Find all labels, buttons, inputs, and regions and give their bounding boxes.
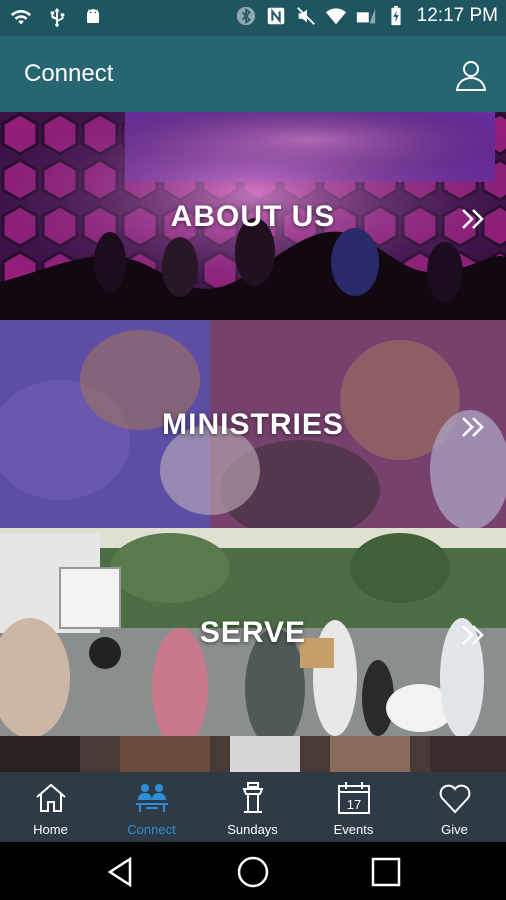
- bottom-navigation: Home Connect Sundays 17 Events Give: [0, 772, 506, 842]
- android-icon: [86, 9, 100, 24]
- nfc-icon: [267, 7, 284, 25]
- tile-partial[interactable]: [0, 736, 506, 772]
- connect-list: ABOUT US MINISTRIES SERVE: [0, 112, 506, 772]
- status-right-icons: 12:17 PM: [235, 5, 498, 27]
- status-time: 12:17 PM: [416, 5, 498, 26]
- nav-home[interactable]: Home: [0, 772, 101, 842]
- nav-label: Give: [441, 822, 468, 837]
- mute-icon: [296, 7, 315, 25]
- wifi-signal-icon: [325, 8, 346, 25]
- tile-label: MINISTRIES: [162, 408, 344, 441]
- battery-icon: [391, 5, 401, 26]
- nav-label: Sundays: [227, 822, 278, 837]
- page-title: Connect: [24, 60, 114, 87]
- tile-label: SERVE: [199, 616, 307, 649]
- user-icon[interactable]: [454, 58, 488, 92]
- heart-icon: [439, 784, 471, 814]
- double-chevron-right-icon: [462, 417, 484, 437]
- bluetooth-icon: [236, 6, 255, 26]
- double-chevron-right-icon: [462, 625, 484, 645]
- cellular-signal-icon: [356, 8, 375, 24]
- home-icon: [36, 783, 66, 812]
- nav-label: Home: [33, 822, 68, 837]
- nav-label: Connect: [127, 822, 176, 837]
- people-icon: [136, 784, 168, 812]
- partial-tile-image: [0, 736, 506, 772]
- app-bar: Connect: [0, 36, 506, 112]
- podium-icon: [242, 782, 264, 813]
- usb-icon: [50, 7, 65, 27]
- nav-connect[interactable]: Connect: [101, 772, 202, 842]
- wifi-icon: [10, 10, 32, 25]
- tile-label: ABOUT US: [170, 200, 336, 233]
- tile-serve[interactable]: SERVE: [0, 528, 506, 736]
- status-bar: 12:17 PM: [0, 0, 506, 36]
- calendar-day: 17: [347, 797, 361, 812]
- calendar-icon: 17: [338, 782, 370, 814]
- nav-give[interactable]: Give: [404, 772, 505, 842]
- status-left-icons: [10, 6, 104, 28]
- nav-label: Events: [333, 822, 374, 837]
- nav-sundays[interactable]: Sundays: [202, 772, 303, 842]
- double-chevron-right-icon: [462, 209, 484, 229]
- system-navigation-bar: [0, 842, 506, 900]
- home-circle-icon[interactable]: [235, 854, 271, 890]
- nav-events[interactable]: 17 Events: [303, 772, 404, 842]
- tile-about-us[interactable]: ABOUT US: [0, 112, 506, 320]
- tile-ministries[interactable]: MINISTRIES: [0, 320, 506, 528]
- recents-icon[interactable]: [368, 854, 404, 890]
- back-icon[interactable]: [102, 854, 138, 890]
